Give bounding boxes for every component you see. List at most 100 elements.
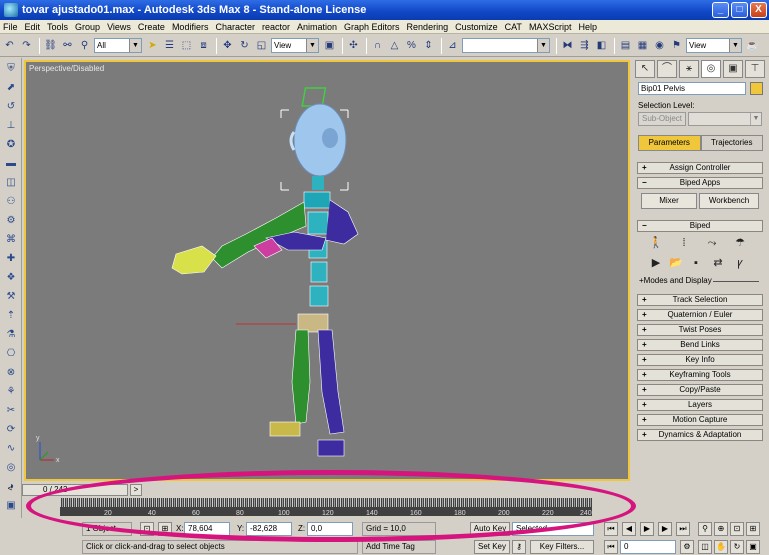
material-editor-icon[interactable]: ◉ [652, 38, 667, 53]
zoom-extents-icon[interactable]: ⊡ [730, 522, 744, 536]
render-type-combo[interactable]: View ▼ [686, 38, 742, 53]
menu-modifiers[interactable]: Modifiers [172, 22, 209, 32]
utilities-tab-icon[interactable]: ⊤ [745, 60, 765, 78]
menu-maxscript[interactable]: MAXScript [529, 22, 572, 32]
mixer-mode-icon[interactable]: ☂ [733, 236, 747, 250]
rollout-key-info[interactable]: + Key Info [637, 354, 763, 366]
field-of-view-icon[interactable]: ◫ [698, 540, 712, 554]
rollout-motion-capture[interactable]: + Motion Capture [637, 414, 763, 426]
tool-icon-8[interactable]: ⚇ [3, 194, 19, 210]
footstep-mode-icon[interactable]: ⁞ [677, 236, 691, 250]
align-icon[interactable]: ⇶ [577, 38, 592, 53]
rollout-biped[interactable]: − Biped [637, 220, 763, 232]
tool-icon-7[interactable]: ◫ [3, 175, 19, 191]
biped-icon[interactable]: ⛨ [3, 61, 19, 77]
auto-key-selection-combo[interactable]: Selected [512, 522, 594, 536]
menu-file[interactable]: File [3, 22, 18, 32]
menu-customize[interactable]: Customize [455, 22, 498, 32]
close-button[interactable]: X [750, 2, 767, 18]
save-file-icon[interactable]: ▪ [689, 256, 703, 270]
menu-cat[interactable]: CAT [505, 22, 522, 32]
tool-icon-24[interactable]: ▣ [3, 498, 19, 514]
reference-coordinate-combo[interactable]: View ▼ [271, 38, 319, 53]
orbit-icon[interactable]: ↻ [730, 540, 744, 554]
zoom-extents-all-icon[interactable]: ⊞ [746, 522, 760, 536]
tool-icon-22[interactable]: ◎ [3, 460, 19, 476]
object-color-swatch[interactable] [750, 82, 763, 95]
tool-icon-18[interactable]: ⚘ [3, 384, 19, 400]
next-frame-icon[interactable]: ▶ [658, 522, 672, 536]
tool-icon-14[interactable]: ⇡ [3, 308, 19, 324]
lock-selection-icon[interactable]: ⊡ [140, 522, 154, 536]
workbench-button[interactable]: Workbench [699, 193, 759, 209]
rotate-icon[interactable]: ↻ [237, 38, 252, 53]
maximize-viewport-icon[interactable]: ▣ [746, 540, 760, 554]
move-icon[interactable]: ✥ [220, 38, 235, 53]
key-icon[interactable]: ⚷ [512, 540, 526, 554]
quick-render-icon[interactable]: ☕ [745, 38, 760, 53]
tool-icon-10[interactable]: ⌘ [3, 232, 19, 248]
menu-character[interactable]: Character [215, 22, 255, 32]
tool-icon-2[interactable]: ⬈ [3, 80, 19, 96]
x-coordinate-field[interactable]: 78,604 [184, 522, 230, 536]
rollout-bend-links[interactable]: + Bend Links [637, 339, 763, 351]
rollout-biped-apps[interactable]: − Biped Apps [637, 177, 763, 189]
pivot-center-icon[interactable]: ▣ [322, 38, 337, 53]
select-manipulate-icon[interactable]: ✣ [346, 38, 361, 53]
tool-icon-15[interactable]: ⚗ [3, 327, 19, 343]
biped-playback-icon[interactable]: ▶ [649, 256, 663, 270]
mixer-button[interactable]: Mixer [641, 193, 697, 209]
key-filters-button[interactable]: Key Filters... [530, 540, 594, 554]
tool-icon-20[interactable]: ⟳ [3, 422, 19, 438]
minimize-button[interactable]: _ [712, 2, 729, 18]
selection-filter-combo[interactable]: All ▼ [94, 38, 142, 53]
rollout-quaternion-euler[interactable]: + Quaternion / Euler [637, 309, 763, 321]
parameters-tab[interactable]: Parameters [638, 135, 701, 151]
motion-tab-icon[interactable]: ◎ [701, 60, 721, 78]
play-icon[interactable]: ▶ [640, 522, 654, 536]
time-config-icon[interactable]: ⚙ [680, 540, 694, 554]
time-slider-left-arrow[interactable]: < [2, 484, 18, 496]
redo-icon[interactable]: ↷ [19, 38, 34, 53]
rollout-copy-paste[interactable]: + Copy/Paste [637, 384, 763, 396]
current-frame-field[interactable]: 0 [620, 540, 676, 554]
tool-icon-11[interactable]: ✚ [3, 251, 19, 267]
angle-snap-icon[interactable]: △ [387, 38, 402, 53]
tool-icon-13[interactable]: ⚒ [3, 289, 19, 305]
menu-views[interactable]: Views [107, 22, 131, 32]
undo-icon[interactable]: ↶ [2, 38, 17, 53]
render-setup-icon[interactable]: ⚑ [669, 38, 684, 53]
menu-create[interactable]: Create [138, 22, 165, 32]
tool-icon-4[interactable]: ⊥ [3, 118, 19, 134]
time-slider-right-arrow[interactable]: > [130, 484, 142, 496]
snap-toggle-icon[interactable]: ∩ [370, 38, 385, 53]
biped-character[interactable]: x y [26, 62, 628, 479]
motion-flow-icon[interactable]: ⤳ [705, 236, 719, 250]
rollout-track-selection[interactable]: + Track Selection [637, 294, 763, 306]
mirror-icon[interactable]: ⧓ [560, 38, 575, 53]
layer-manager-icon[interactable]: ◧ [594, 38, 609, 53]
tool-icon-17[interactable]: ⊗ [3, 365, 19, 381]
rollout-layers[interactable]: + Layers [637, 399, 763, 411]
menu-group[interactable]: Group [75, 22, 100, 32]
menu-rendering[interactable]: Rendering [407, 22, 449, 32]
modify-tab-icon[interactable]: ⌒ [657, 60, 677, 78]
tool-icon-3[interactable]: ↺ [3, 99, 19, 115]
unlink-icon[interactable]: ⚯ [60, 38, 75, 53]
menu-reactor[interactable]: reactor [262, 22, 290, 32]
zoom-icon[interactable]: ⚲ [698, 522, 712, 536]
curve-editor-icon[interactable]: ▤ [618, 38, 633, 53]
menu-tools[interactable]: Tools [47, 22, 68, 32]
menu-graph-editors[interactable]: Graph Editors [344, 22, 400, 32]
sub-object-combo[interactable]: ▼ [688, 112, 762, 126]
sub-object-button[interactable]: Sub-Object [638, 112, 686, 126]
pan-icon[interactable]: ✋ [714, 540, 728, 554]
zoom-all-icon[interactable]: ⊕ [714, 522, 728, 536]
select-by-name-icon[interactable]: ☰ [162, 38, 177, 53]
schematic-view-icon[interactable]: ▦ [635, 38, 650, 53]
rollout-dynamics-adaptation[interactable]: + Dynamics & Adaptation [637, 429, 763, 441]
tool-icon-19[interactable]: ✂ [3, 403, 19, 419]
trajectories-tab[interactable]: Trajectories [700, 135, 763, 151]
percent-snap-icon[interactable]: % [404, 38, 419, 53]
rollout-keyframing-tools[interactable]: + Keyframing Tools [637, 369, 763, 381]
